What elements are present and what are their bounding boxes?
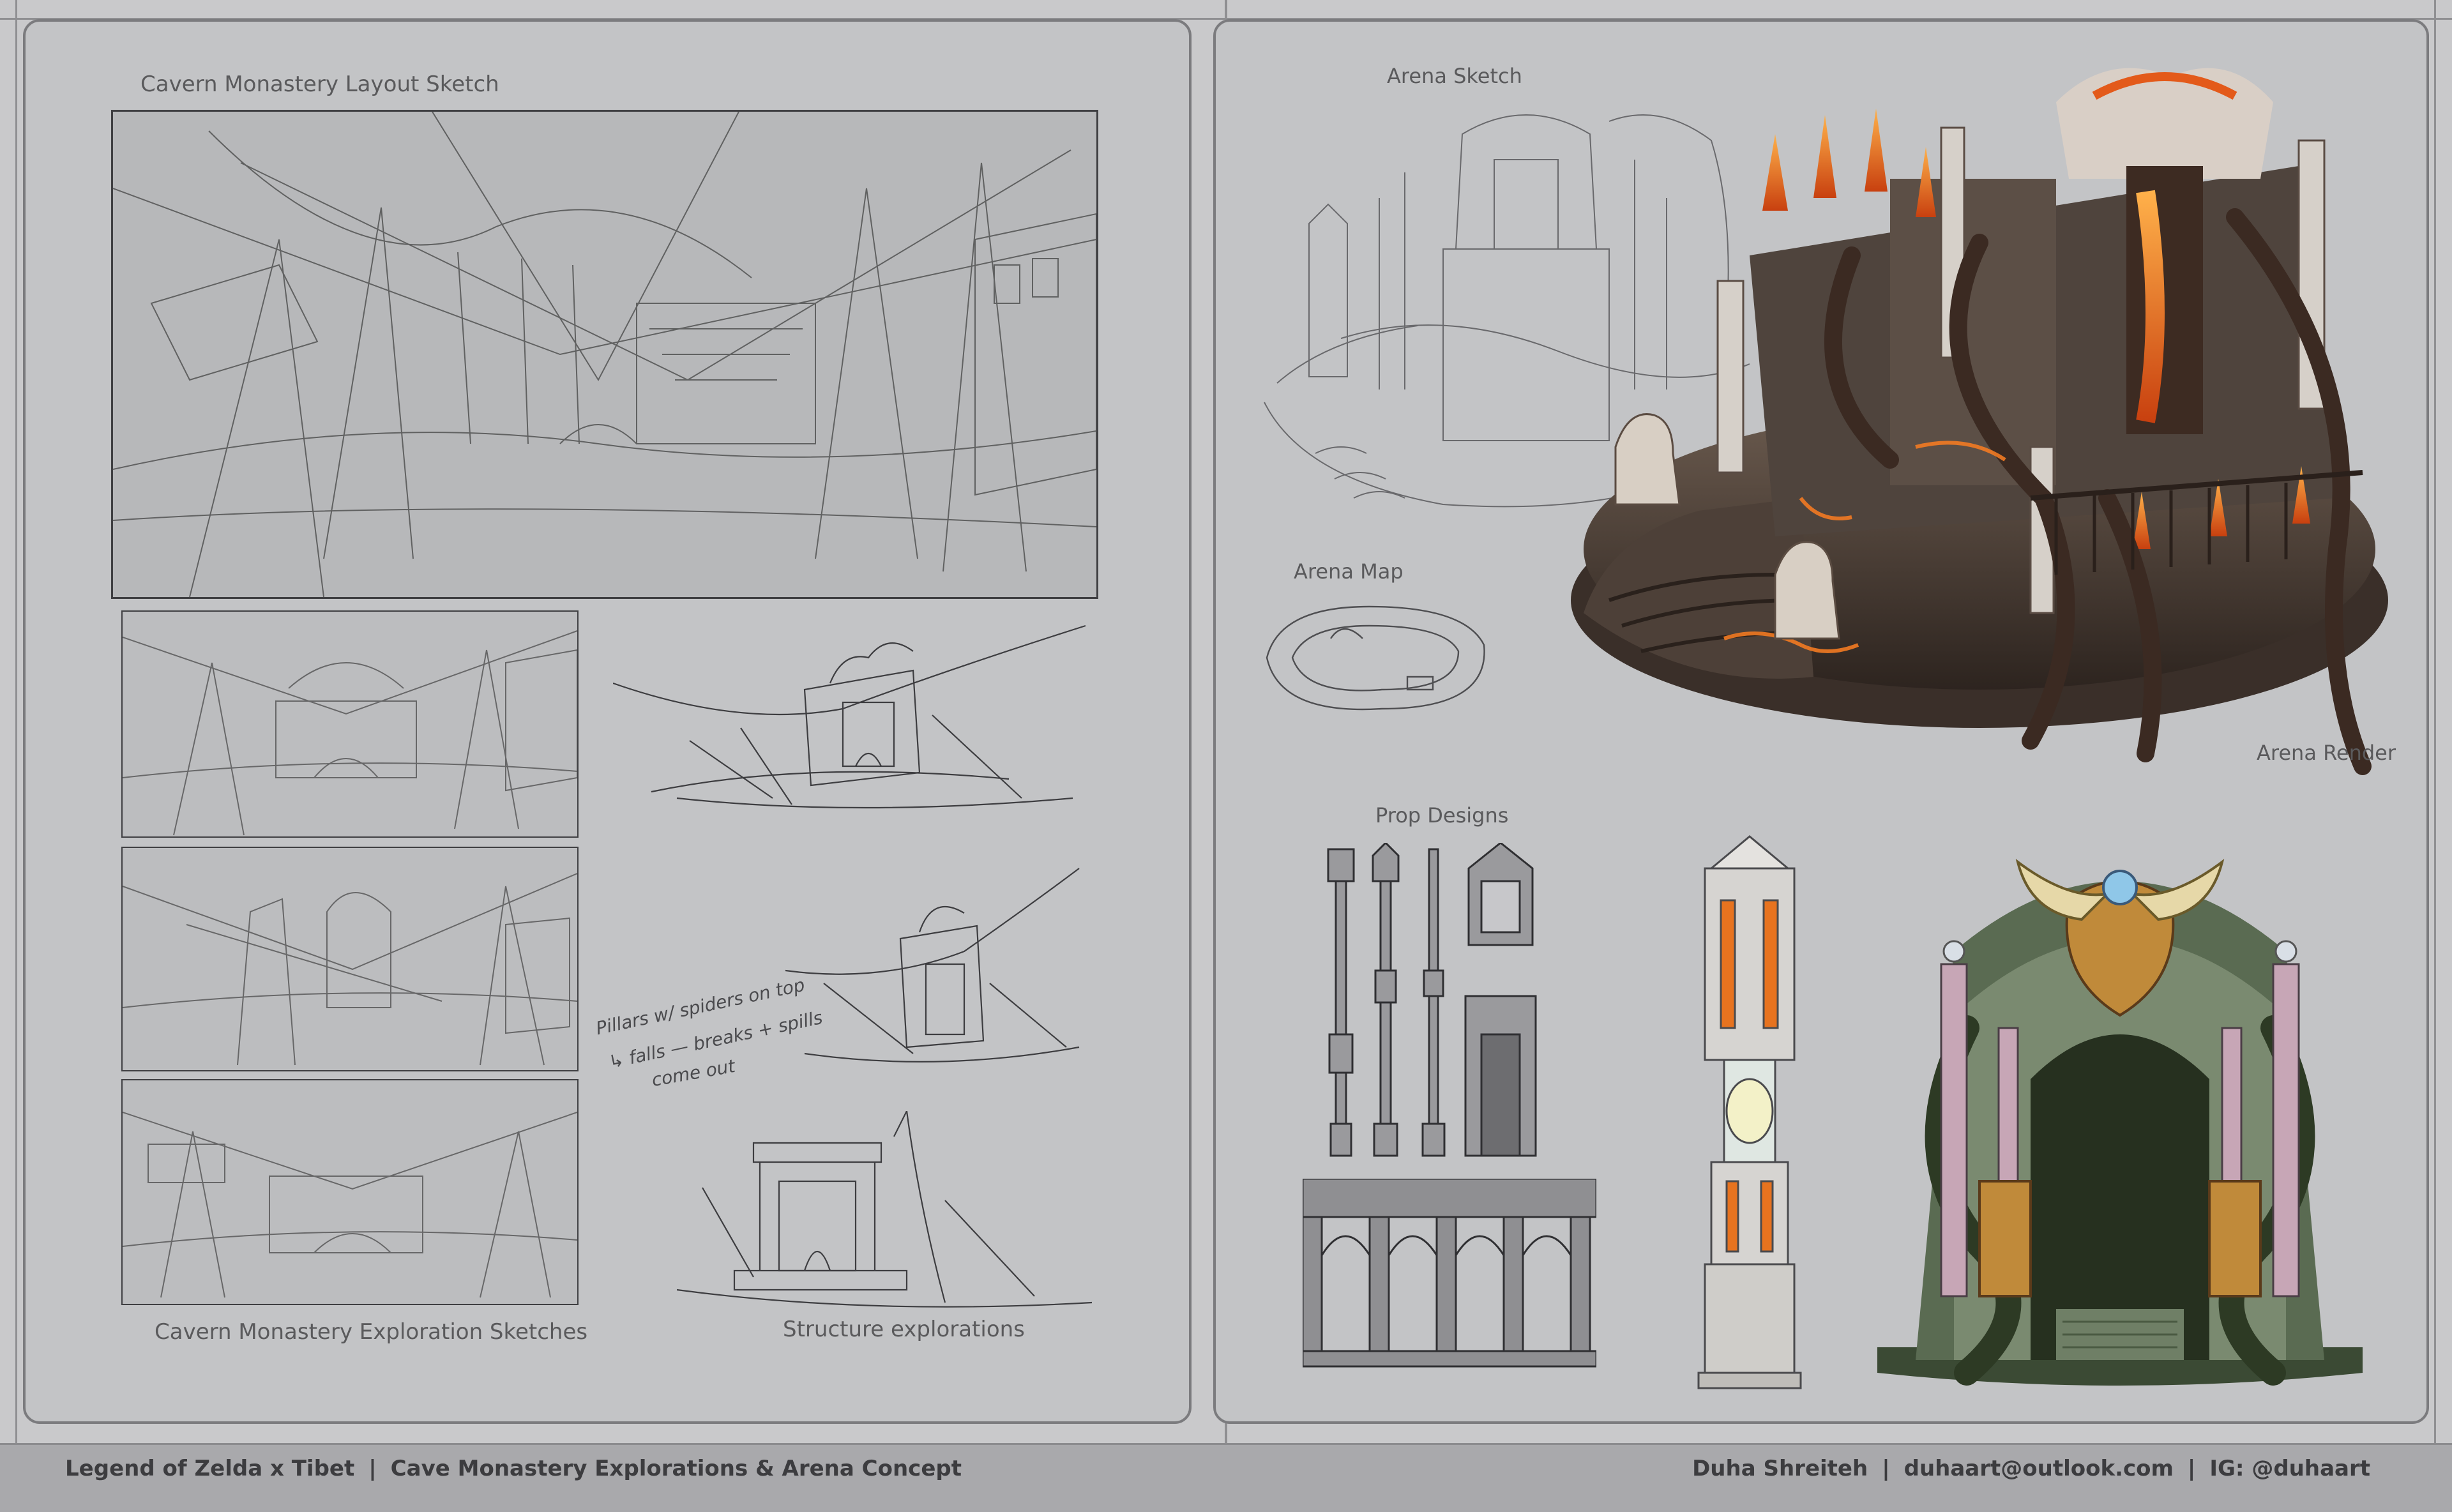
footer-right: Duha Shreiteh | duhaart@outlook.com | IG: @d… [1692,1456,2370,1481]
structure-explorations-label: Structure explorations [783,1317,1025,1342]
prop-pillars [1315,843,1609,1162]
project-title: Legend of Zelda x Tibet [65,1456,355,1481]
exploration-sketch-1 [121,610,579,838]
arena-map-label: Arena Map [1294,559,1404,584]
prop-ornate-gate [1839,824,2401,1386]
artist-instagram-link[interactable]: IG: @duhaart [2209,1456,2370,1481]
exploration-sketch-2 [121,847,579,1071]
exploration-sketches-label: Cavern Monastery Exploration Sketches [155,1319,588,1345]
footer-separator: | [2187,1456,2196,1481]
layout-sketch-panel [111,110,1098,599]
layout-sketch-label: Cavern Monastery Layout Sketch [140,72,499,97]
artist-name: Duha Shreiteh [1692,1456,1868,1481]
structure-exploration-1 [613,613,1098,817]
arena-render [1532,51,2401,805]
prop-designs-label: Prop Designs [1375,803,1509,828]
page-subtitle: Cave Monastery Explorations & Arena Conc… [390,1456,962,1481]
arena-render-label: Arena Render [2257,741,2396,765]
prop-lantern-pillar [1686,830,1813,1392]
footer-separator: | [368,1456,377,1481]
layout-sketch-art [113,112,1096,597]
footer-separator: | [1882,1456,1890,1481]
structure-exploration-3 [677,1111,1098,1315]
frame-line-left [15,0,17,1443]
frame-line-right [2434,0,2436,1443]
footer-left: Legend of Zelda x Tibet | Cave Monastery E… [65,1456,962,1481]
artist-email-link[interactable]: duhaart@outlook.com [1904,1456,2174,1481]
prop-arcade [1303,1179,1596,1370]
arena-map [1254,594,1497,722]
arena-sketch-label: Arena Sketch [1387,64,1522,88]
exploration-sketch-3 [121,1079,579,1305]
structure-exploration-2 [785,856,1092,1073]
